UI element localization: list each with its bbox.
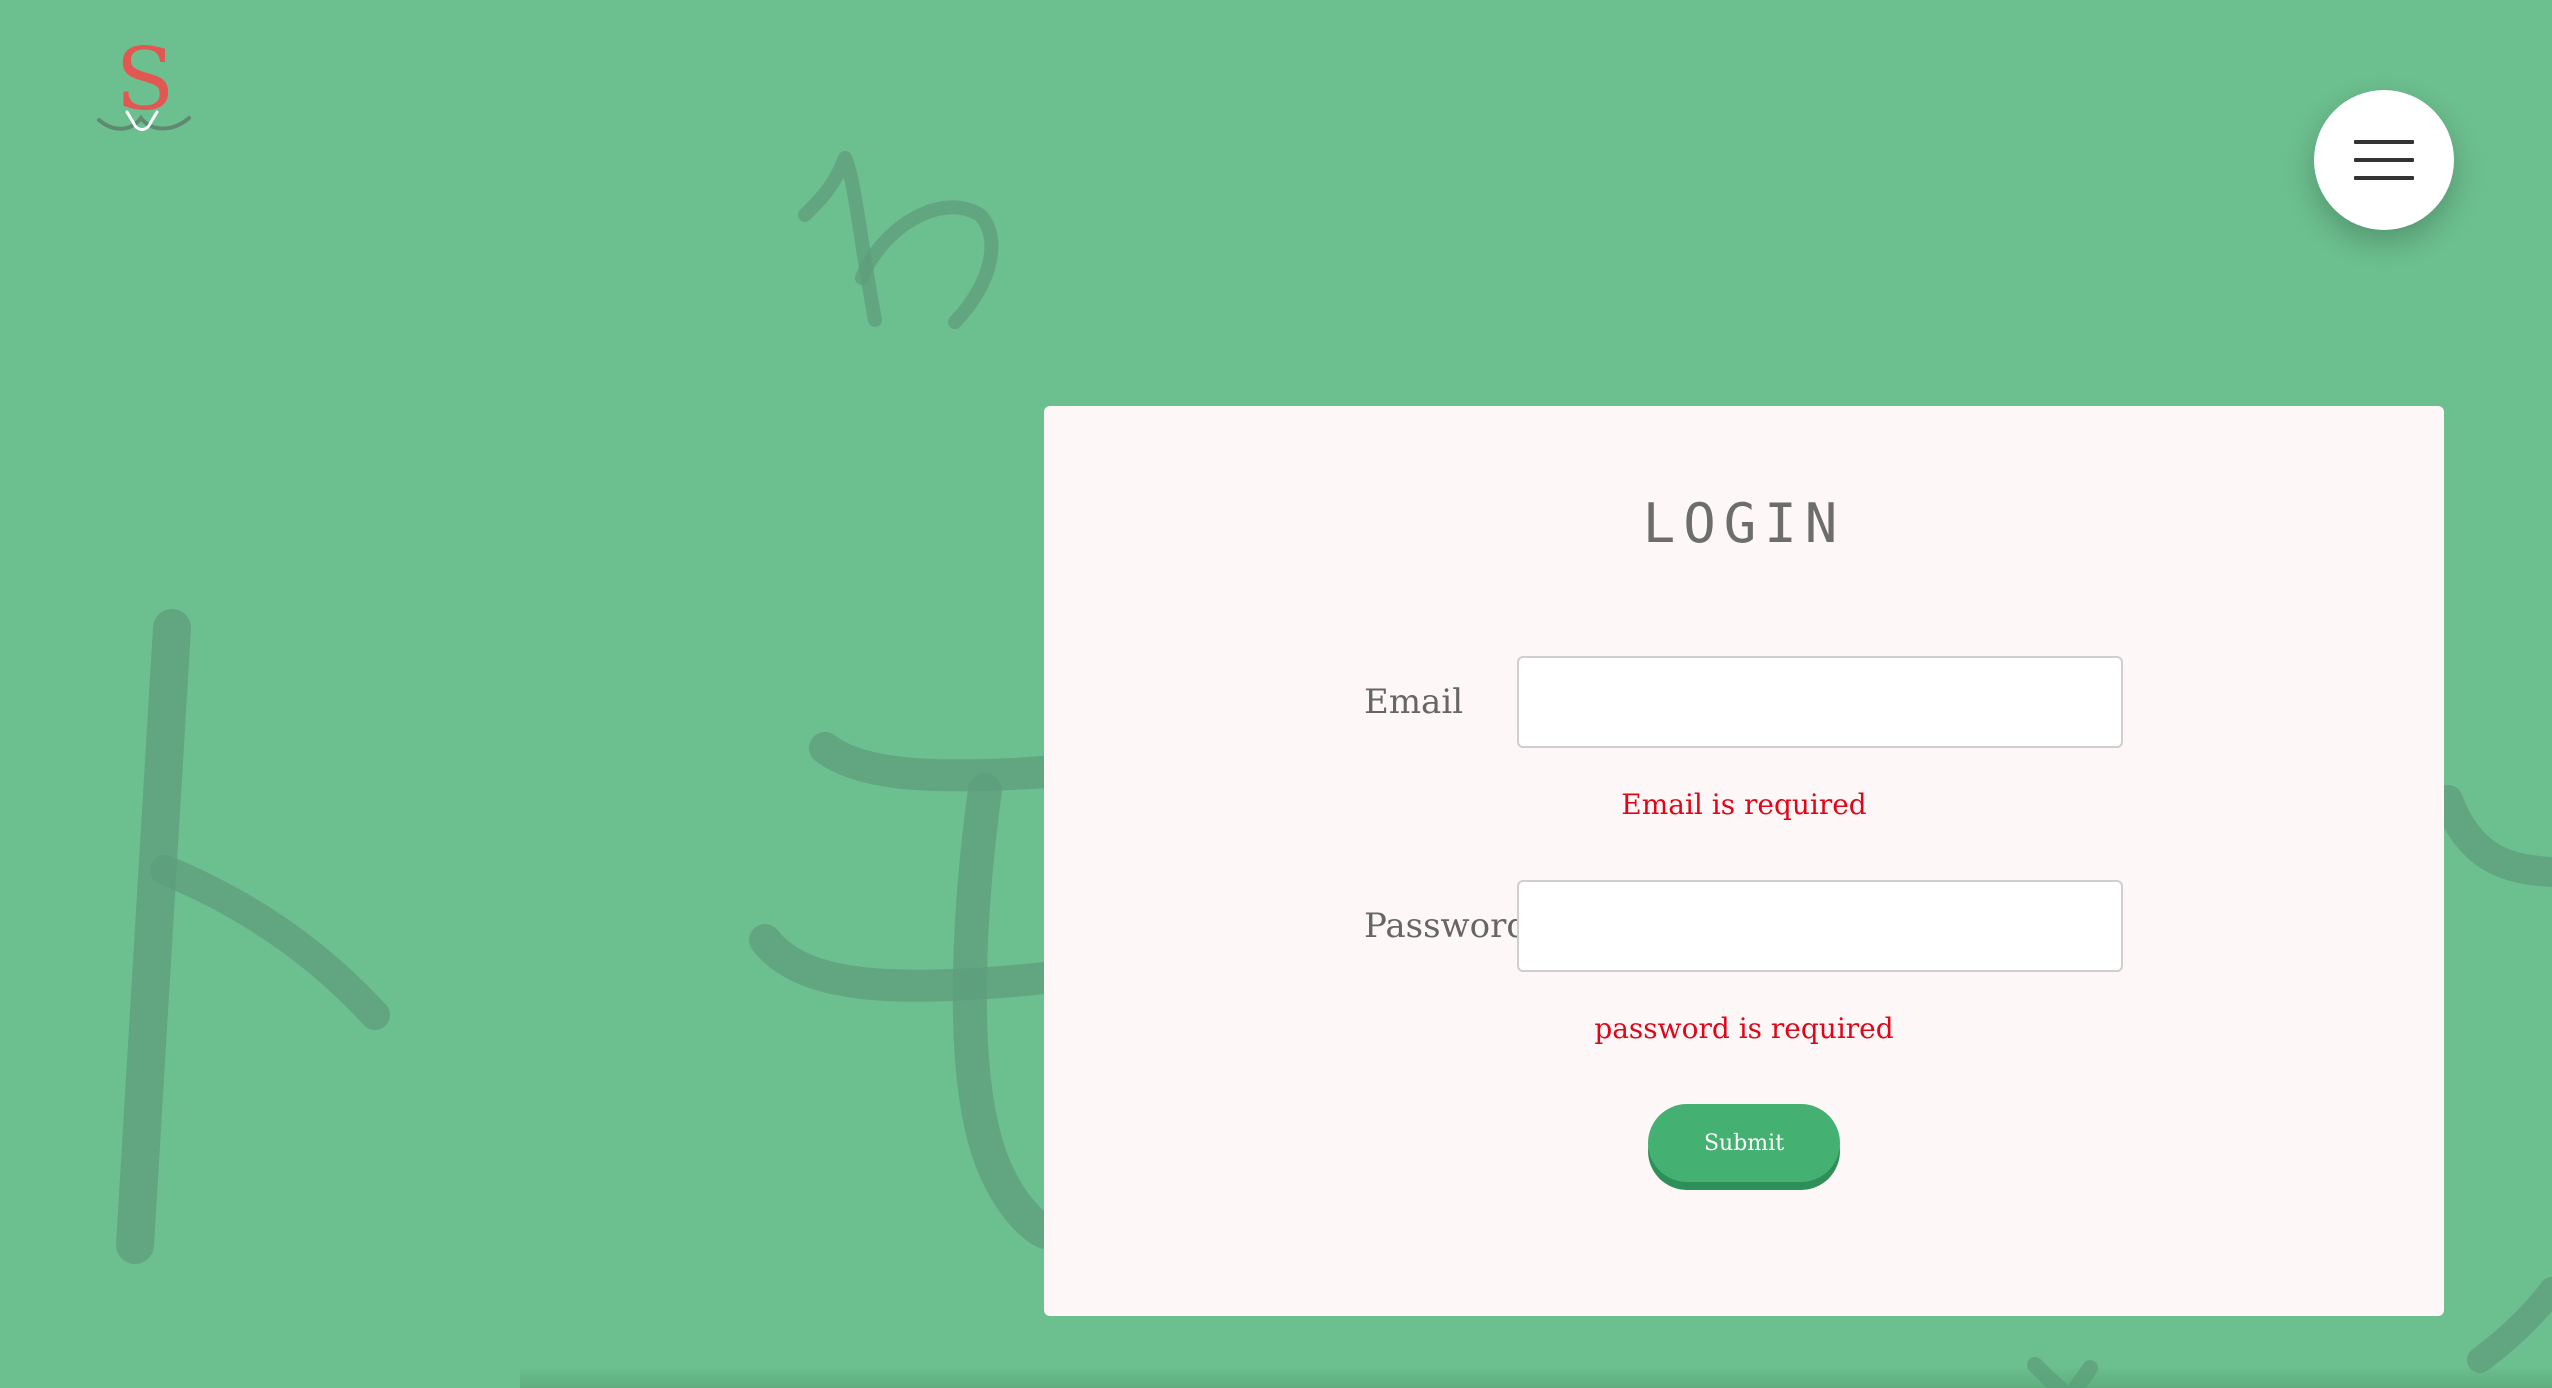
password-error: password is required (1594, 1012, 1894, 1045)
login-card: LOGIN Email Email is required Password p… (1044, 406, 2444, 1316)
email-error: Email is required (1621, 788, 1867, 821)
bottom-shadow (520, 1366, 2552, 1388)
login-title: LOGIN (1642, 492, 1846, 555)
submit-button[interactable]: Submit (1648, 1104, 1840, 1182)
mustache-icon (97, 110, 191, 131)
hamburger-bar (2354, 140, 2414, 144)
password-input[interactable] (1517, 880, 2123, 972)
logo[interactable]: S (95, 30, 195, 140)
email-input[interactable] (1517, 656, 2123, 748)
email-label: Email (1364, 682, 1464, 722)
hamburger-bar (2354, 158, 2414, 162)
password-label: Password (1364, 906, 1529, 946)
menu-button[interactable] (2314, 90, 2454, 230)
hamburger-bar (2354, 176, 2414, 180)
